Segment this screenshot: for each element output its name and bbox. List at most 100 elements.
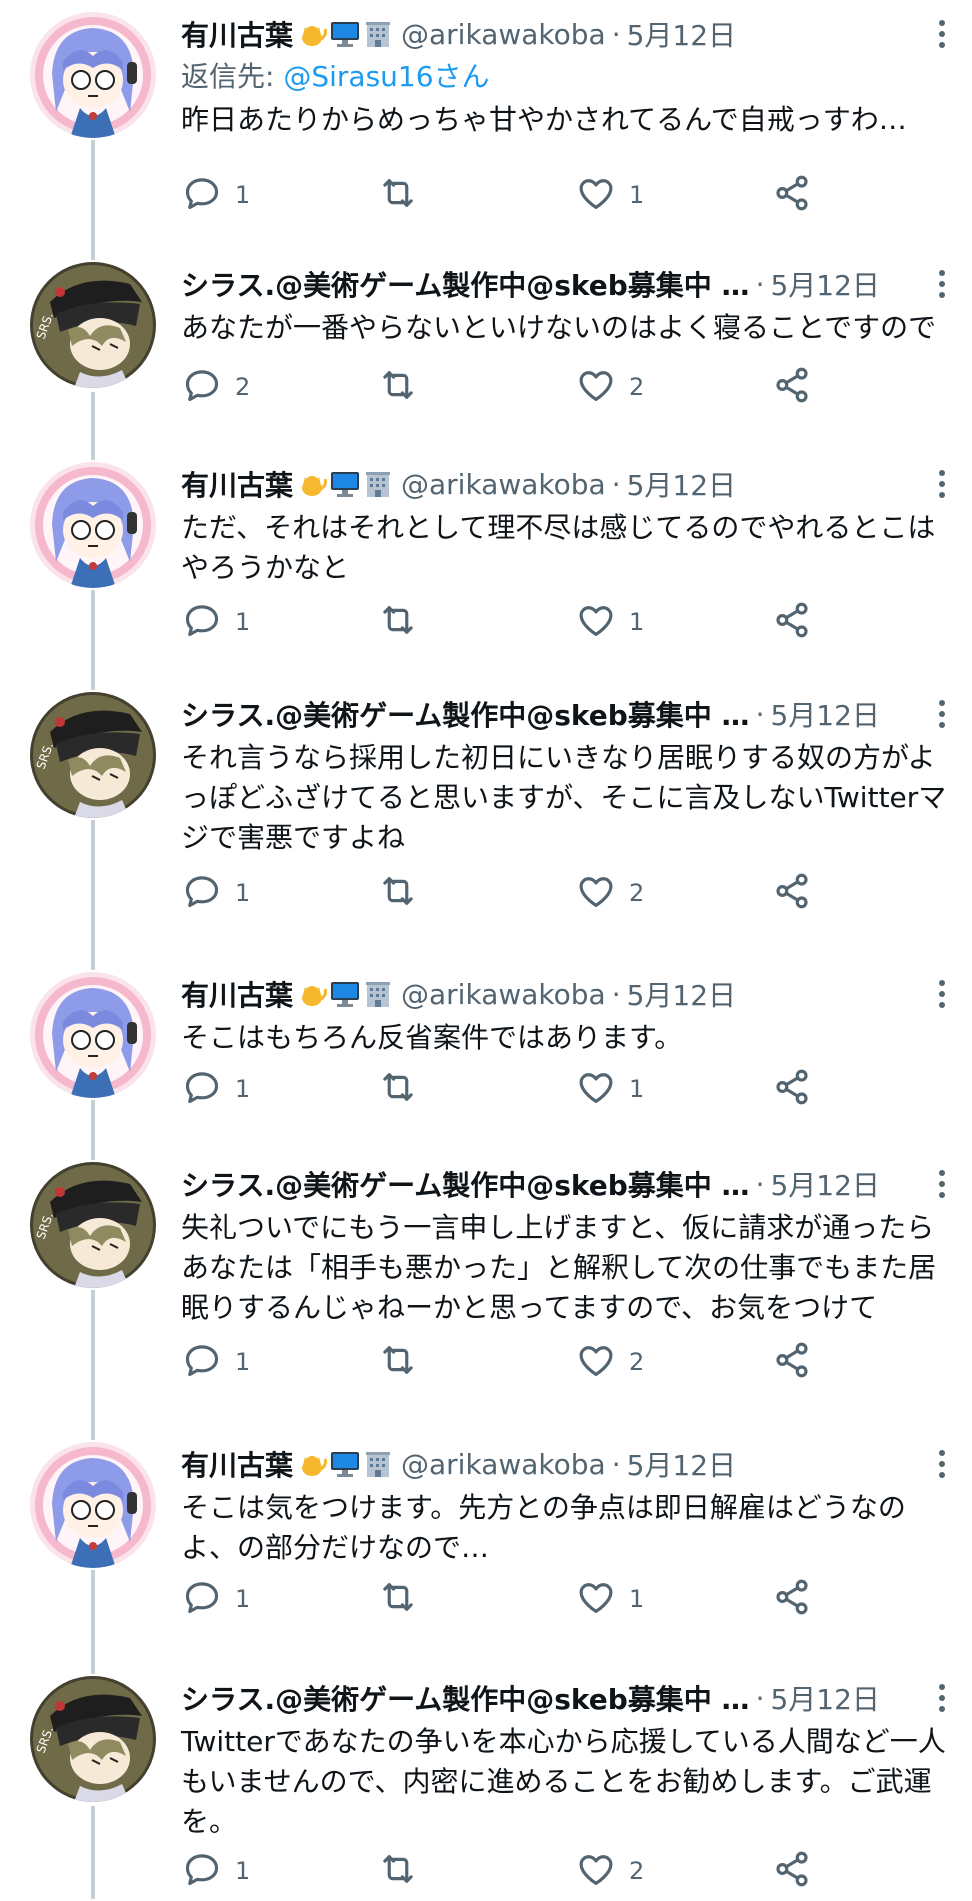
like-button[interactable]: 1 (575, 1579, 644, 1619)
avatar[interactable] (30, 462, 156, 588)
share-button[interactable] (771, 1342, 813, 1382)
tweet-header: 有川古葉 @arikawakoba · 5月12日 (181, 972, 952, 1016)
author-handle[interactable]: @arikawakoba (401, 18, 606, 51)
profile-emoji-group (297, 1449, 393, 1479)
avatar[interactable]: SRS. (30, 262, 156, 388)
retweet-button[interactable] (377, 1579, 431, 1619)
tweet-date[interactable]: 5月12日 (770, 694, 879, 734)
heart-icon (575, 599, 617, 645)
share-icon (771, 870, 813, 916)
avatar[interactable] (30, 972, 156, 1098)
author-name[interactable]: シラス.@美術ゲーム製作中@skeb募集中 … (181, 694, 750, 734)
office-building-icon (366, 982, 391, 1007)
separator-dot: · (755, 267, 765, 301)
reply-button[interactable]: 1 (181, 1069, 250, 1109)
author-name[interactable]: シラス.@美術ゲーム製作中@skeb募集中 … (181, 1678, 750, 1718)
tweet-date[interactable]: 5月12日 (770, 1678, 879, 1718)
reply-button[interactable]: 1 (181, 873, 250, 913)
like-button[interactable]: 1 (575, 175, 644, 215)
tweet-header: 有川古葉 @arikawakoba · 5月12日 (181, 462, 952, 506)
avatar[interactable] (30, 12, 156, 138)
retweet-icon (377, 1576, 419, 1622)
reply-count: 1 (235, 1075, 251, 1103)
tweet-date[interactable]: 5月12日 (627, 464, 736, 504)
retweet-button[interactable] (377, 1342, 431, 1382)
more-vertical-icon[interactable] (932, 1164, 952, 1204)
tweet-body: 有川古葉 @arikawakoba · 5月12日 そこは気をつけます。先方との… (181, 1442, 952, 1568)
share-button[interactable] (771, 1851, 813, 1891)
share-button[interactable] (771, 602, 813, 642)
retweet-button[interactable] (377, 873, 431, 913)
reply-button[interactable]: 1 (181, 1851, 250, 1891)
reply-icon (181, 1339, 223, 1385)
share-button[interactable] (771, 367, 813, 407)
tweet-header: シラス.@美術ゲーム製作中@skeb募集中 … · 5月12日 (181, 1676, 952, 1720)
reply-button[interactable]: 1 (181, 1579, 250, 1619)
author-handle[interactable]: @arikawakoba (401, 978, 606, 1011)
reply-button[interactable]: 1 (181, 602, 250, 642)
tweet-date[interactable]: 5月12日 (627, 974, 736, 1014)
avatar[interactable] (30, 1442, 156, 1568)
reply-count: 1 (235, 1585, 251, 1613)
share-button[interactable] (771, 175, 813, 215)
tweet-header: シラス.@美術ゲーム製作中@skeb募集中 … · 5月12日 (181, 692, 952, 736)
share-button[interactable] (771, 1069, 813, 1109)
more-vertical-icon[interactable] (932, 694, 952, 734)
author-name[interactable]: 有川古葉 (181, 1444, 293, 1484)
reply-button[interactable]: 1 (181, 1342, 250, 1382)
reply-button[interactable]: 1 (181, 175, 250, 215)
author-name[interactable]: シラス.@美術ゲーム製作中@skeb募集中 … (181, 1164, 750, 1204)
author-handle[interactable]: @arikawakoba (401, 468, 606, 501)
share-icon (771, 1848, 813, 1894)
like-button[interactable]: 1 (575, 602, 644, 642)
retweet-icon (377, 1848, 419, 1894)
retweet-button[interactable] (377, 602, 431, 642)
share-button[interactable] (771, 873, 813, 913)
more-vertical-icon[interactable] (932, 974, 952, 1014)
author-name[interactable]: 有川古葉 (181, 14, 293, 54)
reply-to-mention[interactable]: @Sirasu16さん (283, 60, 489, 93)
author-name[interactable]: 有川古葉 (181, 974, 293, 1014)
like-count: 2 (629, 1857, 645, 1885)
more-vertical-icon[interactable] (932, 14, 952, 54)
separator-dot: · (755, 1167, 765, 1201)
like-button[interactable]: 2 (575, 873, 644, 913)
retweet-button[interactable] (377, 367, 431, 407)
more-vertical-icon[interactable] (932, 464, 952, 504)
like-button[interactable]: 2 (575, 1342, 644, 1382)
more-vertical-icon[interactable] (932, 1444, 952, 1484)
retweet-icon (377, 1066, 419, 1112)
author-handle[interactable]: @arikawakoba (401, 1448, 606, 1481)
tweet-actions: 2 2 (181, 367, 841, 407)
avatar[interactable]: SRS. (30, 692, 156, 818)
separator-dot: · (755, 697, 765, 731)
author-name[interactable]: 有川古葉 (181, 464, 293, 504)
avatar[interactable]: SRS. (30, 1162, 156, 1288)
desktop-computer-icon (331, 472, 360, 497)
like-button[interactable]: 1 (575, 1069, 644, 1109)
retweet-button[interactable] (377, 1069, 431, 1109)
reply-icon (181, 870, 223, 916)
tweet-date[interactable]: 5月12日 (770, 1164, 879, 1204)
share-icon (771, 364, 813, 410)
reply-icon (181, 1848, 223, 1894)
desktop-computer-icon (331, 22, 360, 47)
heart-icon (575, 1339, 617, 1385)
share-button[interactable] (771, 1579, 813, 1619)
retweet-button[interactable] (377, 1851, 431, 1891)
author-name[interactable]: シラス.@美術ゲーム製作中@skeb募集中 … (181, 264, 750, 304)
tweet-date[interactable]: 5月12日 (770, 264, 879, 304)
retweet-button[interactable] (377, 175, 431, 215)
avatar[interactable]: SRS. (30, 1676, 156, 1802)
tweet-date[interactable]: 5月12日 (627, 14, 736, 54)
reply-button[interactable]: 2 (181, 367, 250, 407)
more-vertical-icon[interactable] (932, 1678, 952, 1718)
separator-dot: · (611, 467, 621, 501)
tweet-body: 有川古葉 @arikawakoba · 5月12日 そこはもちろん反省案件ではあ… (181, 972, 952, 1058)
like-button[interactable]: 2 (575, 1851, 644, 1891)
tweet-header: シラス.@美術ゲーム製作中@skeb募集中 … · 5月12日 (181, 262, 952, 306)
tweet-date[interactable]: 5月12日 (627, 1444, 736, 1484)
like-count: 1 (629, 181, 645, 209)
like-button[interactable]: 2 (575, 367, 644, 407)
more-vertical-icon[interactable] (932, 264, 952, 304)
